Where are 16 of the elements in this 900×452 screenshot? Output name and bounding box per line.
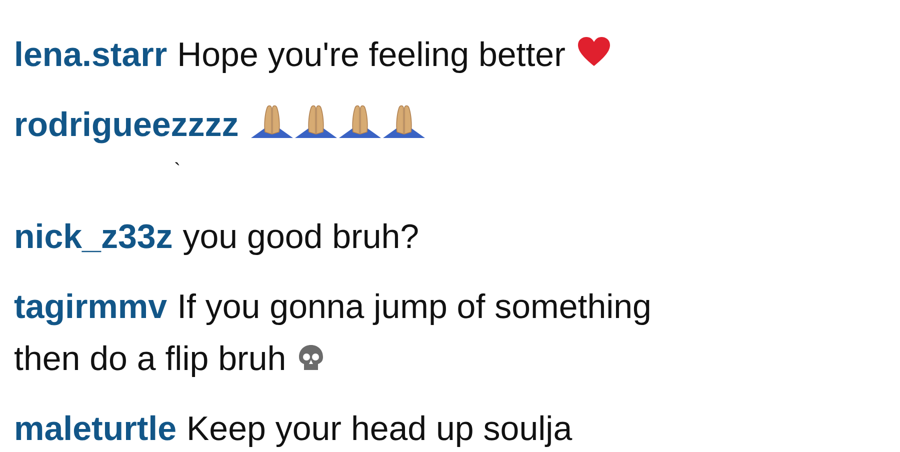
comment-text: nick_z33z you good bruh? — [14, 217, 420, 258]
praying-hands-icon — [250, 104, 293, 140]
username-link[interactable]: rodrigueezzzz — [14, 106, 239, 144]
stray-mark: ` — [174, 160, 181, 182]
comment-text: maleturtle Keep your head up soulja — [14, 409, 574, 450]
comment-text: tagirmmv If you gonna jump of something then do a flip bruh — [14, 287, 652, 380]
skull-icon — [298, 344, 324, 372]
praying-hands-icon — [294, 104, 337, 140]
username-link[interactable]: nick_z33z — [14, 218, 173, 256]
praying-hands-icon — [338, 104, 381, 140]
username-link[interactable]: tagirmmv — [14, 288, 168, 326]
heart-icon — [577, 36, 612, 68]
username-link[interactable]: lena.starr — [14, 36, 168, 74]
praying-hands-icon — [382, 104, 425, 140]
username-link[interactable]: maleturtle — [14, 410, 176, 448]
comment-text: lena.starr Hope you're feeling better — [14, 29, 714, 81]
